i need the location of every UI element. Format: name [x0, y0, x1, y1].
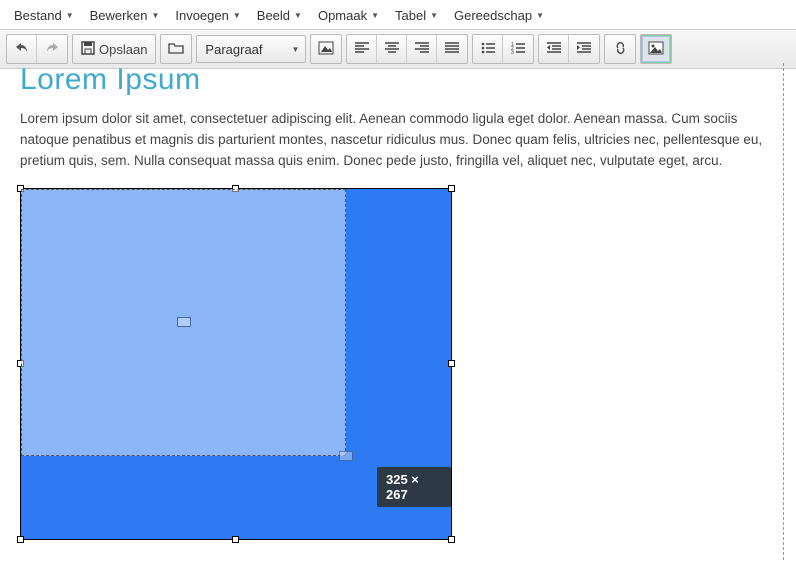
resize-handle-s[interactable]	[232, 536, 239, 543]
numbered-list-icon: 123	[511, 42, 525, 57]
menu-tools[interactable]: Gereedschap ▼	[446, 4, 552, 27]
menu-table[interactable]: Tabel ▼	[387, 4, 446, 27]
editor-area[interactable]: Lorem Ipsum Lorem ipsum dolor sit amet, …	[0, 63, 796, 560]
save-button-label: Opslaan	[99, 42, 147, 57]
insert-link-button[interactable]	[605, 35, 635, 63]
insert-image-button[interactable]	[311, 35, 341, 63]
document-properties-button[interactable]	[161, 35, 191, 63]
link-icon	[613, 41, 628, 58]
resize-handle-e[interactable]	[448, 360, 455, 367]
align-justify-button[interactable]	[437, 35, 467, 63]
image-icon	[318, 41, 334, 58]
resize-handle-ne[interactable]	[448, 185, 455, 192]
align-justify-icon	[445, 42, 459, 57]
format-dropdown-label: Paragraaf	[205, 42, 262, 57]
chevron-down-icon: ▼	[430, 11, 438, 20]
indent-button[interactable]	[569, 35, 599, 63]
menu-view[interactable]: Beeld ▼	[249, 4, 310, 27]
outdent-icon	[547, 42, 561, 57]
menu-edit[interactable]: Bewerken▼	[82, 4, 168, 27]
resize-grip-icon	[339, 451, 353, 461]
document-paragraph[interactable]: Lorem ipsum dolor sit amet, consectetuer…	[20, 109, 776, 172]
insert-media-button[interactable]	[641, 35, 671, 63]
folder-open-icon	[168, 41, 184, 58]
align-center-button[interactable]	[377, 35, 407, 63]
menu-insert-label: Invoegen	[175, 8, 229, 23]
menu-file[interactable]: Bestand ▼	[6, 4, 82, 27]
save-icon	[81, 41, 95, 58]
chevron-down-icon: ▼	[371, 11, 379, 20]
svg-text:3: 3	[511, 50, 514, 54]
bullet-list-button[interactable]	[473, 35, 503, 63]
redo-button[interactable]	[37, 35, 67, 63]
resize-handle-se[interactable]	[448, 536, 455, 543]
save-button[interactable]: Opslaan	[73, 35, 155, 63]
menu-insert[interactable]: Invoegen ▼	[167, 4, 248, 27]
bullet-list-icon	[481, 42, 495, 57]
align-center-icon	[385, 42, 399, 57]
resize-ghost-outline	[21, 189, 346, 456]
align-right-icon	[415, 42, 429, 57]
menu-format-label: Opmaak	[318, 8, 367, 23]
align-left-icon	[355, 42, 369, 57]
menu-view-label: Beeld	[257, 8, 290, 23]
undo-icon	[14, 41, 30, 58]
menubar: Bestand▼ Bewerken▼ Invoegen▼ Beeld▼ Opma…	[0, 0, 796, 29]
chevron-down-icon: ▼	[233, 11, 241, 20]
align-left-button[interactable]	[347, 35, 377, 63]
undo-button[interactable]	[7, 35, 37, 63]
document-heading[interactable]: Lorem Ipsum	[20, 63, 776, 97]
redo-icon	[44, 41, 60, 58]
chevron-down-icon: ▼	[294, 11, 302, 20]
menu-edit-label: Bewerken	[90, 8, 148, 23]
menu-format[interactable]: Opmaak ▼	[310, 4, 387, 27]
ruler-guide	[783, 63, 784, 560]
resize-dimensions-tooltip: 325 × 267	[377, 467, 451, 507]
chevron-down-icon: ▼	[536, 11, 544, 20]
outdent-button[interactable]	[539, 35, 569, 63]
indent-icon	[577, 42, 591, 57]
menu-table-label: Tabel	[395, 8, 426, 23]
chevron-down-icon: ▼	[292, 45, 300, 54]
numbered-list-button[interactable]: 123	[503, 35, 533, 63]
selected-image[interactable]: 325 × 267	[20, 188, 452, 540]
format-dropdown[interactable]: Paragraaf ▼	[196, 35, 306, 63]
resize-handle-sw[interactable]	[17, 536, 24, 543]
picture-icon	[648, 41, 664, 58]
menu-file-label: Bestand	[14, 8, 62, 23]
menu-tools-label: Gereedschap	[454, 8, 532, 23]
align-right-button[interactable]	[407, 35, 437, 63]
chevron-down-icon: ▼	[151, 11, 159, 20]
chevron-down-icon: ▼	[66, 11, 74, 20]
move-handle-icon	[177, 317, 191, 327]
